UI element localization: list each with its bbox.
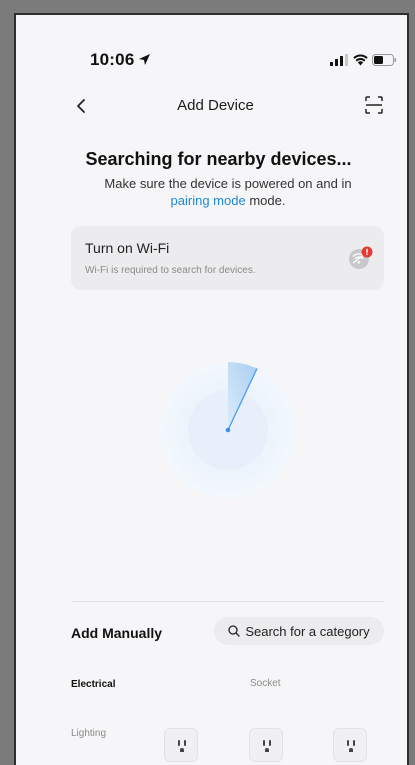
nav-bar: Add Device: [16, 93, 407, 123]
wifi-card-subtitle: Wi-Fi is required to search for devices.: [85, 265, 256, 276]
wifi-off-alert-icon: [349, 246, 373, 269]
status-bar: 10:06: [16, 50, 407, 74]
socket-device-tile[interactable]: [249, 728, 283, 762]
scan-icon[interactable]: [364, 95, 384, 115]
search-subtitle-text: Make sure the device is powered on and i…: [104, 176, 352, 191]
search-heading: Searching for nearby devices...: [85, 149, 352, 169]
power-socket-icon: [347, 740, 355, 752]
cellular-signal-icon: [330, 54, 348, 66]
search-subtitle-suffix: mode.: [245, 193, 286, 208]
radar-scan-icon: [160, 362, 296, 498]
search-subtitle: Make sure the device is powered on and i…: [78, 175, 378, 209]
phone-frame: 10:06 Add Device Searching for nearby de…: [14, 13, 409, 765]
turn-on-wifi-card[interactable]: Turn on Wi-Fi Wi-Fi is required to searc…: [71, 226, 384, 290]
power-socket-icon: [263, 740, 271, 752]
socket-device-tile[interactable]: [164, 728, 198, 762]
search-icon: [228, 625, 240, 637]
category-search-label: Search for a category: [245, 623, 370, 639]
category-lighting[interactable]: Lighting: [71, 728, 106, 739]
divider: [71, 601, 384, 602]
battery-icon: [372, 54, 397, 66]
category-electrical[interactable]: Electrical: [71, 679, 115, 690]
wifi-icon: [353, 54, 368, 66]
pairing-mode-link[interactable]: pairing mode: [171, 193, 246, 208]
category-search-button[interactable]: Search for a category: [214, 617, 384, 645]
location-arrow-icon: [139, 54, 150, 65]
page-title: Add Device: [177, 97, 254, 114]
add-manually-heading: Add Manually: [71, 625, 163, 641]
status-time: 10:06: [90, 50, 135, 69]
socket-device-tile[interactable]: [333, 728, 367, 762]
socket-section-header: Socket: [250, 678, 281, 689]
wifi-card-title: Turn on Wi-Fi: [85, 240, 170, 256]
power-socket-icon: [178, 740, 186, 752]
